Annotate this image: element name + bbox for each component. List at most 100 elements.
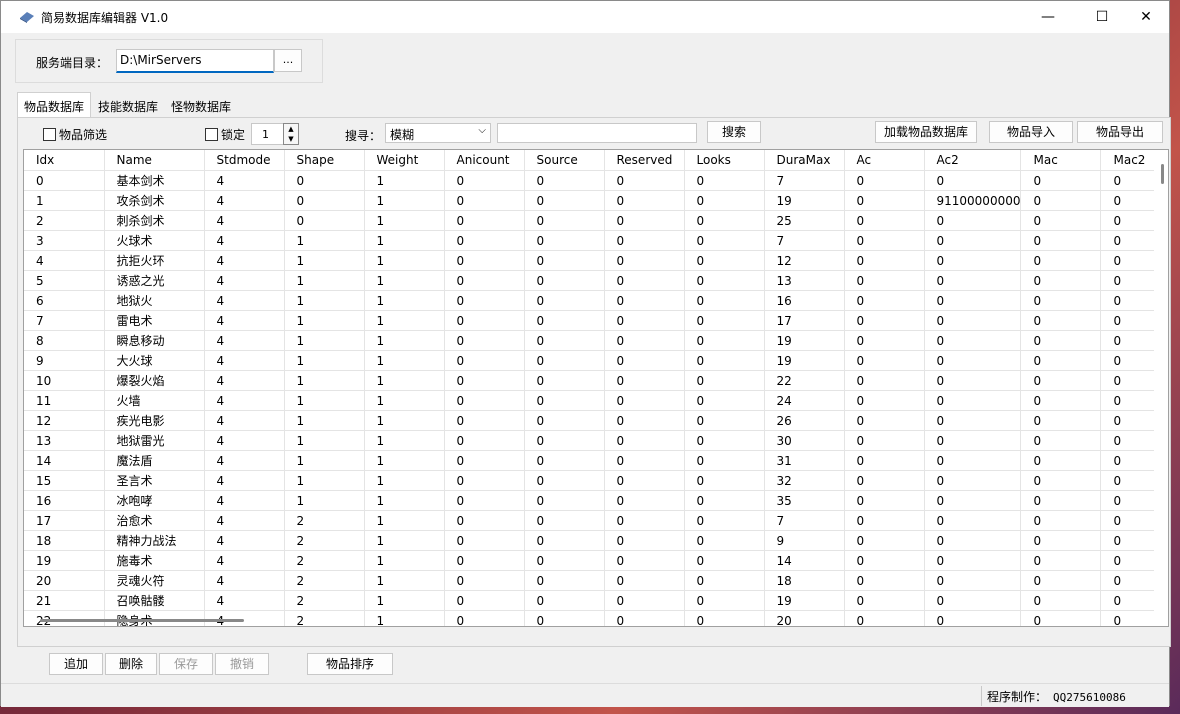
table-cell[interactable]: 0 bbox=[684, 430, 765, 451]
table-cell[interactable]: 0 bbox=[604, 570, 685, 591]
table-cell[interactable]: 0 bbox=[604, 430, 685, 451]
table-cell[interactable]: 0 bbox=[524, 290, 605, 311]
table-cell[interactable]: 20 bbox=[24, 570, 105, 591]
table-row[interactable]: 18 精神力战法 4 2 1 0 0 0 0 9 0 0 0 0 bbox=[24, 530, 1168, 551]
table-cell[interactable]: 18 bbox=[24, 530, 105, 551]
table-cell[interactable]: 0 bbox=[844, 190, 925, 211]
table-cell[interactable]: 1 bbox=[284, 450, 365, 471]
table-cell[interactable]: 0 bbox=[924, 330, 1022, 351]
table-cell[interactable]: 0 bbox=[524, 370, 605, 391]
table-cell[interactable]: 1 bbox=[364, 190, 445, 211]
table-cell[interactable]: 0 bbox=[684, 410, 765, 431]
maximize-button[interactable]: ☐ bbox=[1079, 1, 1125, 33]
lock-spinner-arrows[interactable]: ▲ ▼ bbox=[283, 123, 299, 145]
table-cell[interactable]: 0 bbox=[444, 610, 525, 626]
table-cell[interactable]: 1 bbox=[364, 250, 445, 271]
table-cell[interactable]: 0 bbox=[524, 430, 605, 451]
minimize-button[interactable]: — bbox=[1025, 1, 1071, 33]
table-cell[interactable]: 0 bbox=[844, 390, 925, 411]
table-cell[interactable]: 0 bbox=[844, 570, 925, 591]
table-cell[interactable]: 抗拒火环 bbox=[104, 250, 205, 271]
table-cell[interactable]: 0 bbox=[1020, 370, 1102, 391]
item-import-button[interactable]: 物品导入 bbox=[989, 121, 1073, 143]
table-cell[interactable]: 4 bbox=[204, 230, 285, 251]
table-cell[interactable]: 0 bbox=[1020, 330, 1102, 351]
table-cell[interactable]: 0 bbox=[924, 230, 1022, 251]
table-cell[interactable]: 0 bbox=[844, 550, 925, 571]
table-cell[interactable]: 0 bbox=[524, 350, 605, 371]
table-cell[interactable]: 0 bbox=[684, 190, 765, 211]
table-cell[interactable]: 4 bbox=[204, 430, 285, 451]
table-cell[interactable]: 0 bbox=[444, 230, 525, 251]
table-cell[interactable]: 0 bbox=[684, 250, 765, 271]
table-cell[interactable]: 0 bbox=[844, 210, 925, 231]
table-row[interactable]: 16 冰咆哮 4 1 1 0 0 0 0 35 0 0 0 0 bbox=[24, 490, 1168, 511]
tab-monster-db[interactable]: 怪物数据库 bbox=[165, 93, 237, 117]
table-cell[interactable]: 0 bbox=[844, 530, 925, 551]
table-cell[interactable]: 0 bbox=[924, 350, 1022, 371]
table-cell[interactable]: 0 bbox=[1020, 250, 1102, 271]
table-cell[interactable]: 0 bbox=[444, 510, 525, 531]
table-cell[interactable]: 0 bbox=[1020, 470, 1102, 491]
item-sort-button[interactable]: 物品排序 bbox=[307, 653, 393, 675]
table-cell[interactable]: 4 bbox=[204, 270, 285, 291]
item-grid[interactable]: Idx Name Stdmode Shape Weight Anicount Source R… bbox=[23, 149, 1169, 627]
horizontal-scroll-thumb[interactable] bbox=[40, 619, 244, 622]
table-cell[interactable]: 灵魂火符 bbox=[104, 570, 205, 591]
table-cell[interactable]: 0 bbox=[444, 590, 525, 611]
table-cell[interactable]: 0 bbox=[844, 590, 925, 611]
column-header[interactable]: Shape bbox=[284, 150, 365, 171]
table-cell[interactable]: 0 bbox=[1020, 190, 1102, 211]
table-cell[interactable]: 0 bbox=[844, 410, 925, 431]
spinner-down-icon[interactable]: ▼ bbox=[284, 134, 298, 144]
table-cell[interactable]: 0 bbox=[684, 350, 765, 371]
table-cell[interactable]: 8 bbox=[24, 330, 105, 351]
table-cell[interactable]: 91100000000 bbox=[924, 190, 1022, 211]
table-cell[interactable]: 0 bbox=[1020, 290, 1102, 311]
table-cell[interactable]: 30 bbox=[764, 430, 845, 451]
table-cell[interactable]: 0 bbox=[924, 310, 1022, 331]
table-cell[interactable]: 0 bbox=[924, 270, 1022, 291]
table-cell[interactable]: 1 bbox=[364, 610, 445, 626]
table-cell[interactable]: 4 bbox=[204, 190, 285, 211]
table-cell[interactable]: 0 bbox=[924, 290, 1022, 311]
lock-checkbox[interactable]: 锁定 bbox=[205, 126, 245, 143]
table-cell[interactable]: 17 bbox=[24, 510, 105, 531]
table-cell[interactable]: 0 bbox=[604, 410, 685, 431]
table-cell[interactable]: 1 bbox=[24, 190, 105, 211]
table-cell[interactable]: 4 bbox=[204, 530, 285, 551]
table-cell[interactable]: 5 bbox=[24, 270, 105, 291]
table-cell[interactable]: 1 bbox=[364, 590, 445, 611]
table-row[interactable]: 0 基本剑术 4 0 1 0 0 0 0 7 0 0 0 0 bbox=[24, 170, 1168, 191]
table-cell[interactable]: 1 bbox=[364, 510, 445, 531]
table-cell[interactable]: 0 bbox=[604, 450, 685, 471]
table-cell[interactable]: 地狱火 bbox=[104, 290, 205, 311]
table-cell[interactable]: 4 bbox=[204, 370, 285, 391]
table-cell[interactable]: 0 bbox=[444, 490, 525, 511]
table-cell[interactable]: 雷电术 bbox=[104, 310, 205, 331]
table-cell[interactable]: 14 bbox=[764, 550, 845, 571]
table-cell[interactable]: 0 bbox=[924, 570, 1022, 591]
browse-button[interactable]: ... bbox=[274, 49, 302, 72]
table-cell[interactable]: 0 bbox=[684, 470, 765, 491]
table-cell[interactable]: 0 bbox=[684, 490, 765, 511]
table-cell[interactable]: 攻杀剑术 bbox=[104, 190, 205, 211]
table-cell[interactable]: 0 bbox=[1020, 170, 1102, 191]
table-cell[interactable]: 11 bbox=[24, 390, 105, 411]
table-cell[interactable]: 0 bbox=[524, 310, 605, 331]
table-cell[interactable]: 0 bbox=[844, 330, 925, 351]
column-header[interactable]: Anicount bbox=[444, 150, 525, 171]
table-cell[interactable]: 0 bbox=[444, 530, 525, 551]
table-cell[interactable]: 0 bbox=[924, 610, 1022, 626]
table-cell[interactable]: 12 bbox=[764, 250, 845, 271]
table-cell[interactable]: 18 bbox=[764, 570, 845, 591]
table-cell[interactable]: 1 bbox=[284, 250, 365, 271]
table-cell[interactable]: 0 bbox=[924, 390, 1022, 411]
table-cell[interactable]: 2 bbox=[284, 570, 365, 591]
column-header[interactable]: Looks bbox=[684, 150, 765, 171]
table-cell[interactable]: 25 bbox=[764, 210, 845, 231]
table-cell[interactable]: 0 bbox=[1020, 210, 1102, 231]
table-cell[interactable]: 1 bbox=[284, 430, 365, 451]
table-cell[interactable]: 0 bbox=[684, 270, 765, 291]
table-cell[interactable]: 7 bbox=[764, 230, 845, 251]
